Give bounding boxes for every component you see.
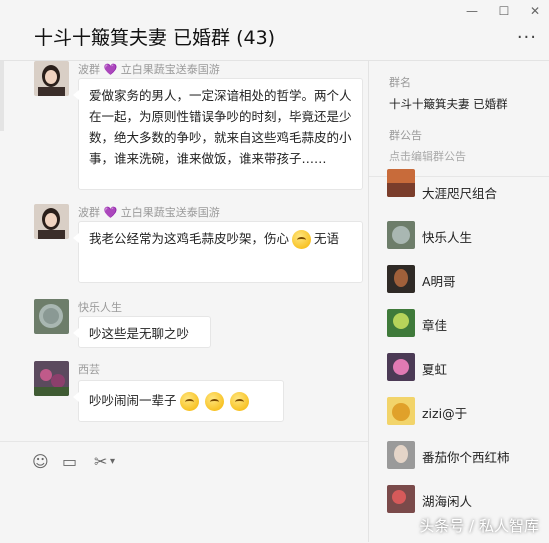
- scissors-icon[interactable]: ✂: [94, 452, 107, 471]
- message-text: 我老公经常为这鸡毛蒜皮吵架，伤心: [89, 231, 290, 246]
- avatar-photo-icon: [34, 61, 69, 96]
- avatar[interactable]: [34, 204, 69, 239]
- member-name: A明哥: [422, 274, 456, 289]
- edit-notice-link[interactable]: 点击编辑群公告: [389, 148, 466, 164]
- group-info-panel: 群名 十斗十簸箕夫妻 已婚群 群公告 点击编辑群公告 大涯咫尺组合 快乐人生 A…: [368, 61, 549, 542]
- avatar-photo-icon: [34, 204, 69, 239]
- member-item[interactable]: zizi@于: [387, 397, 547, 433]
- member-name: 章佳: [422, 318, 448, 333]
- avatar: [387, 353, 415, 381]
- member-name: zizi@于: [422, 406, 468, 421]
- group-name-value[interactable]: 十斗十簸箕夫妻 已婚群: [389, 96, 508, 112]
- chat-title: 十斗十簸箕夫妻 已婚群 (43): [34, 27, 276, 49]
- member-name: 湖海闲人: [422, 494, 473, 509]
- emoji-icon[interactable]: ☺: [32, 452, 49, 471]
- member-item[interactable]: 大涯咫尺组合: [387, 169, 547, 215]
- sender-name: 波群: [78, 206, 100, 219]
- group-name-label: 群名: [389, 76, 411, 89]
- minimize-button[interactable]: —: [462, 4, 482, 18]
- sender-name: 波群: [78, 63, 100, 76]
- maximize-button[interactable]: ☐: [494, 4, 514, 18]
- avatar: [387, 485, 415, 513]
- input-toolbar: ☺ ▭ ✂ ▾: [0, 441, 368, 543]
- group-notice-label: 群公告: [389, 129, 422, 142]
- member-item[interactable]: 章佳: [387, 309, 547, 345]
- avatar: [387, 309, 415, 337]
- message-bubble[interactable]: 爱做家务的男人，一定深谙相处的哲学。两个人在一起，为原则性错误争吵的时刻，毕竟还…: [73, 78, 363, 190]
- thinking-emoji-icon: [229, 392, 249, 411]
- thinking-emoji-icon: [204, 392, 224, 411]
- message-bubble[interactable]: 我老公经常为这鸡毛蒜皮吵架，伤心 无语: [73, 221, 363, 283]
- member-item[interactable]: 快乐人生: [387, 221, 547, 257]
- sender-note: 立白果蔬宝送泰国游: [120, 63, 220, 76]
- message-text: 吵吵闹闹一辈子: [89, 393, 177, 408]
- sender-name: 西芸: [78, 363, 100, 376]
- avatar: [387, 265, 415, 293]
- heart-icon: 💜: [103, 63, 118, 76]
- sad-emoji-icon: [292, 230, 312, 249]
- avatar-coin-icon: [34, 299, 69, 334]
- member-item[interactable]: A明哥: [387, 265, 547, 301]
- avatar-flower-icon: [34, 361, 69, 396]
- avatar: [387, 397, 415, 425]
- sender-line: 波群 💜 立白果蔬宝送泰国游: [78, 61, 220, 77]
- member-item[interactable]: 番茄你个西红柿: [387, 441, 547, 477]
- member-item[interactable]: 夏虹: [387, 353, 547, 389]
- avatar[interactable]: [34, 61, 69, 96]
- sender-line: 波群 💜 立白果蔬宝送泰国游: [78, 204, 220, 220]
- title-bar: 十斗十簸箕夫妻 已婚群 (43) — ☐ ✕ ···: [0, 0, 549, 61]
- thinking-emoji-icon: [179, 392, 199, 411]
- avatar: [387, 169, 415, 197]
- more-options-icon[interactable]: ···: [517, 27, 537, 48]
- member-name: 快乐人生: [422, 230, 473, 245]
- avatar: [387, 441, 415, 469]
- sender-name: 快乐人生: [78, 301, 122, 314]
- avatar[interactable]: [34, 299, 69, 334]
- chevron-down-icon[interactable]: ▾: [110, 456, 115, 467]
- chat-message-area: 波群 💜 立白果蔬宝送泰国游 爱做家务的男人，一定深谙相处的哲学。两个人在一起，…: [0, 61, 368, 441]
- member-name: 夏虹: [422, 362, 448, 377]
- sender-note: 立白果蔬宝送泰国游: [120, 206, 220, 219]
- member-name: 番茄你个西红柿: [422, 450, 510, 465]
- heart-icon: 💜: [103, 206, 118, 219]
- close-button[interactable]: ✕: [525, 4, 545, 18]
- message-bubble[interactable]: 吵这些是无聊之吵: [73, 316, 211, 348]
- message-bubble[interactable]: 吵吵闹闹一辈子: [73, 380, 284, 422]
- message-text: 无语: [314, 231, 340, 246]
- watermark: 头条号 / 私人智库: [419, 517, 539, 535]
- member-name: 大涯咫尺组合: [422, 186, 498, 201]
- avatar: [387, 221, 415, 249]
- folder-icon[interactable]: ▭: [62, 452, 77, 471]
- avatar[interactable]: [34, 361, 69, 396]
